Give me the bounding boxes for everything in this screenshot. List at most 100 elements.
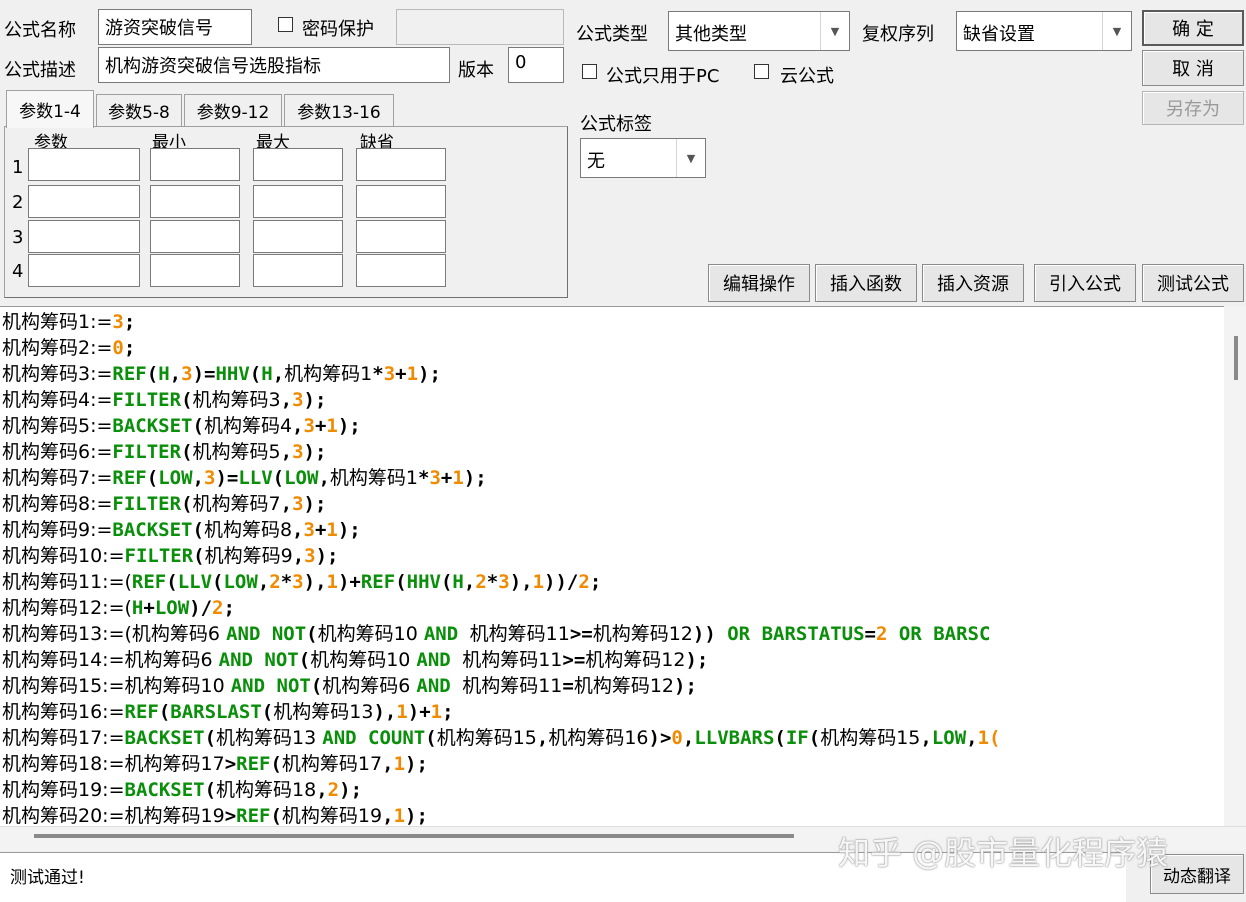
formula-tag-label: 公式标签 — [580, 114, 652, 135]
param-4-name-input[interactable] — [28, 254, 140, 287]
cancel-button[interactable]: 取 消 — [1142, 50, 1244, 86]
code-token: 3 — [292, 389, 304, 411]
version-input[interactable]: 0 — [508, 47, 564, 83]
code-line[interactable]: 机构筹码19:=BACKSET(机构筹码18,2); — [2, 777, 1222, 803]
code-token: , — [272, 363, 285, 385]
formula-name-input[interactable]: 游资突破信号 — [98, 9, 252, 45]
pc-only-checkbox[interactable] — [582, 64, 597, 79]
param-4-min-input[interactable] — [150, 254, 240, 287]
code-token: ; — [123, 337, 136, 359]
formula-code-editor[interactable]: 机构筹码1:=3; 机构筹码2:=0; 机构筹码3:=REF(H,3)=HHV(H,… — [0, 306, 1246, 827]
code-token: LOW — [223, 571, 258, 593]
code-line[interactable]: 机构筹码15:=机构筹码10 AND NOT(机构筹码6 AND 机构筹码11=… — [2, 673, 1222, 699]
formula-type-label: 公式类型 — [576, 24, 648, 45]
code-token: NOT — [271, 623, 307, 645]
vertical-scrollbar[interactable] — [1224, 306, 1246, 826]
param-2-name-input[interactable] — [28, 185, 140, 218]
code-line[interactable]: 机构筹码4:=FILTER(机构筹码3,3); — [2, 387, 1222, 413]
code-line[interactable]: 机构筹码5:=BACKSET(机构筹码4,3+1); — [2, 413, 1222, 439]
chevron-down-icon[interactable]: ▼ — [676, 139, 705, 177]
code-content[interactable]: 机构筹码1:=3; 机构筹码2:=0; 机构筹码3:=REF(H,3)=HHV(H,… — [2, 309, 1222, 827]
code-line[interactable]: 机构筹码9:=BACKSET(机构筹码8,3+1); — [2, 517, 1222, 543]
edit-operations-button[interactable]: 编辑操作 — [708, 264, 810, 302]
code-token: 机构筹码6 — [131, 623, 227, 645]
param-1-max-input[interactable] — [253, 148, 343, 181]
code-line[interactable]: 机构筹码7:=REF(LOW,3)=LLV(LOW,机构筹码1*3+1); — [2, 465, 1222, 491]
chevron-down-icon[interactable]: ▼ — [1102, 12, 1131, 50]
code-token: ); — [337, 519, 361, 541]
param-1-name-input[interactable] — [28, 148, 140, 181]
code-line[interactable]: 机构筹码8:=FILTER(机构筹码7,3); — [2, 491, 1222, 517]
code-line[interactable]: 机构筹码18:=机构筹码17>REF(机构筹码17,1); — [2, 751, 1222, 777]
horizontal-scroll-thumb[interactable] — [34, 834, 794, 838]
code-token: 机构筹码2:= — [2, 337, 113, 359]
code-token: ( — [204, 779, 217, 801]
code-token: ( — [298, 649, 311, 671]
code-token: 3 — [292, 441, 304, 463]
test-formula-button[interactable]: 测试公式 — [1142, 264, 1244, 302]
code-line[interactable]: 机构筹码11:=(REF(LLV(LOW,2*3),1)+REF(HHV(H,2… — [2, 569, 1222, 595]
code-token: )/ — [189, 597, 213, 619]
code-token: 3 — [181, 363, 193, 385]
rights-series-select[interactable]: 缺省设置 ▼ — [956, 11, 1132, 51]
code-line[interactable]: 机构筹码13:=(机构筹码6 AND NOT(机构筹码10 AND 机构筹码11… — [2, 621, 1222, 647]
param-4-max-input[interactable] — [253, 254, 343, 287]
param-3-min-input[interactable] — [150, 220, 240, 253]
tab-params-9-12[interactable]: 参数9-12 — [184, 94, 282, 126]
code-token: ); — [303, 389, 327, 411]
param-3-max-input[interactable] — [253, 220, 343, 253]
code-token: * — [417, 467, 430, 489]
param-1-default-input[interactable] — [356, 148, 446, 181]
code-line[interactable]: 机构筹码12:=(H+LOW)/2; — [2, 595, 1222, 621]
code-token: + — [395, 363, 407, 385]
code-line[interactable]: 机构筹码17:=BACKSET(机构筹码13 AND COUNT(机构筹码15,… — [2, 725, 1222, 751]
code-line[interactable]: 机构筹码3:=REF(H,3)=HHV(H,机构筹码1*3+1); — [2, 361, 1222, 387]
code-line[interactable]: 机构筹码20:=机构筹码19>REF(机构筹码19,1); — [2, 803, 1222, 827]
code-token: H — [261, 363, 273, 385]
code-token: 机构筹码12 — [592, 623, 693, 645]
insert-resource-button[interactable]: 插入资源 — [922, 264, 1024, 302]
param-1-min-input[interactable] — [150, 148, 240, 181]
code-token: 1 — [326, 571, 338, 593]
tab-params-1-4[interactable]: 参数1-4 — [6, 90, 94, 128]
code-line[interactable]: 机构筹码6:=FILTER(机构筹码5,3); — [2, 439, 1222, 465]
formula-tag-select[interactable]: 无 ▼ — [580, 138, 706, 178]
code-token: 机构筹码11 — [462, 675, 563, 697]
param-2-min-input[interactable] — [150, 185, 240, 218]
param-3-default-input[interactable] — [356, 220, 446, 253]
code-line[interactable]: 机构筹码1:=3; — [2, 309, 1222, 335]
formula-type-select[interactable]: 其他类型 ▼ — [668, 11, 850, 51]
insert-function-button[interactable]: 插入函数 — [815, 264, 917, 302]
code-token: )+ — [407, 701, 431, 723]
code-line[interactable]: 机构筹码2:=0; — [2, 335, 1222, 361]
ok-button[interactable]: 确 定 — [1142, 10, 1244, 46]
code-line[interactable]: 机构筹码10:=FILTER(机构筹码9,3); — [2, 543, 1222, 569]
code-line[interactable]: 机构筹码14:=机构筹码6 AND NOT(机构筹码10 AND 机构筹码11>… — [2, 647, 1222, 673]
code-token: ( — [158, 701, 171, 723]
vertical-scroll-thumb[interactable] — [1234, 336, 1238, 380]
param-3-name-input[interactable] — [28, 220, 140, 253]
chevron-down-icon[interactable]: ▼ — [820, 12, 849, 50]
tab-params-5-8[interactable]: 参数5-8 — [96, 94, 182, 126]
save-as-button[interactable]: 另存为 — [1142, 91, 1244, 125]
code-token: BARSLAST — [170, 701, 262, 723]
cloud-formula-checkbox[interactable] — [754, 64, 769, 79]
formula-desc-input[interactable]: 机构游资突破信号选股指标 — [98, 47, 450, 83]
code-token: 机构筹码11 — [469, 623, 570, 645]
version-label: 版本 — [458, 60, 494, 81]
code-token: BACKSET — [124, 779, 205, 801]
code-token: 机构筹码15 — [436, 727, 537, 749]
param-2-max-input[interactable] — [253, 185, 343, 218]
formula-desc-label: 公式描述 — [4, 60, 76, 81]
import-formula-button[interactable]: 引入公式 — [1034, 264, 1136, 302]
code-line[interactable]: 机构筹码16:=REF(BARSLAST(机构筹码13),1)+1; — [2, 699, 1222, 725]
param-2-default-input[interactable] — [356, 185, 446, 218]
code-token: 机构筹码13 — [216, 727, 323, 749]
code-token: 3 — [498, 571, 510, 593]
password-protect-checkbox[interactable] — [278, 17, 293, 32]
param-4-default-input[interactable] — [356, 254, 446, 287]
code-token: 机构筹码5 — [192, 441, 281, 463]
tab-params-13-16[interactable]: 参数13-16 — [284, 94, 394, 126]
